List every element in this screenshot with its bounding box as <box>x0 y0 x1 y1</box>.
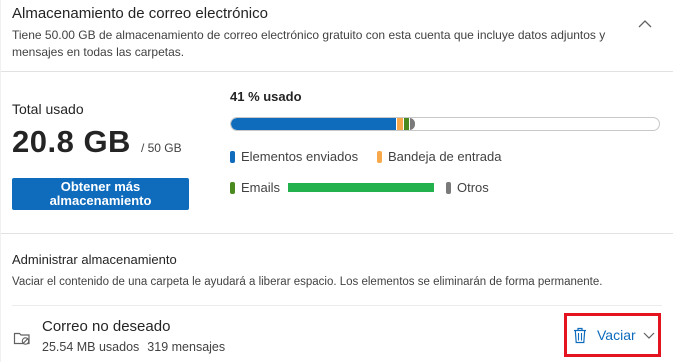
legend-sent-label: Elementos enviados <box>241 149 359 164</box>
empty-folder-button[interactable]: Vaciar <box>564 313 661 357</box>
storage-header: Almacenamiento de correo electrónico Tie… <box>1 0 673 72</box>
redaction-mark <box>288 183 434 192</box>
legend-sent-swatch <box>230 150 235 163</box>
legend-inbox: Bandeja de entrada <box>377 149 501 164</box>
folder-message-count: 319 mensajes <box>147 340 226 354</box>
usage-bar-segment-2 <box>395 118 404 130</box>
usage-bar <box>230 117 660 131</box>
legend-other-swatch <box>446 181 451 194</box>
get-more-storage-label: Obtener más almacenamiento <box>49 179 152 208</box>
storage-settings-panel: Almacenamiento de correo electrónico Tie… <box>0 0 673 362</box>
empty-folder-label: Vaciar <box>597 327 636 343</box>
storage-description: Tiene 50.00 GB de almacenamiento de corr… <box>12 28 606 59</box>
storage-title: Almacenamiento de correo electrónico <box>12 5 268 22</box>
legend-inbox-label: Bandeja de entrada <box>388 149 502 164</box>
get-more-storage-button[interactable]: Obtener más almacenamiento <box>12 178 189 210</box>
legend-emails-swatch <box>230 181 235 194</box>
collapse-button[interactable] <box>635 13 655 33</box>
legend-emails-label: Emails <box>241 180 281 195</box>
legend-inbox-swatch <box>377 150 382 163</box>
total-used-row: 20.8 GB / 50 GB <box>12 124 182 160</box>
legend-sent: Elementos enviados <box>230 149 358 164</box>
trash-icon <box>574 327 586 343</box>
folder-name: Correo no deseado <box>42 318 171 335</box>
chevron-down-icon[interactable] <box>643 329 655 341</box>
junk-folder-icon <box>13 332 30 345</box>
legend-emails: Emails <box>230 180 280 195</box>
folder-meta: 25.54 MB usados 319 mensajes <box>42 340 225 354</box>
usage-bar-segment-1 <box>231 118 396 130</box>
legend-other: Otros <box>446 180 489 195</box>
percent-used-label: 41 % usado <box>230 89 302 104</box>
total-used-value: 20.8 GB <box>12 124 131 159</box>
legend-other-label: Otros <box>457 180 489 195</box>
section-divider <box>1 233 673 234</box>
usage-bar-segment-4 <box>409 118 416 130</box>
folder-size: 25.54 MB usados <box>42 340 140 354</box>
manage-storage-title: Administrar almacenamiento <box>12 252 177 267</box>
total-used-label: Total usado <box>12 101 84 117</box>
manage-storage-description: Vaciar el contenido de una carpeta le ay… <box>12 276 603 288</box>
chevron-up-icon <box>638 19 652 27</box>
total-capacity: / 50 GB <box>140 141 182 155</box>
